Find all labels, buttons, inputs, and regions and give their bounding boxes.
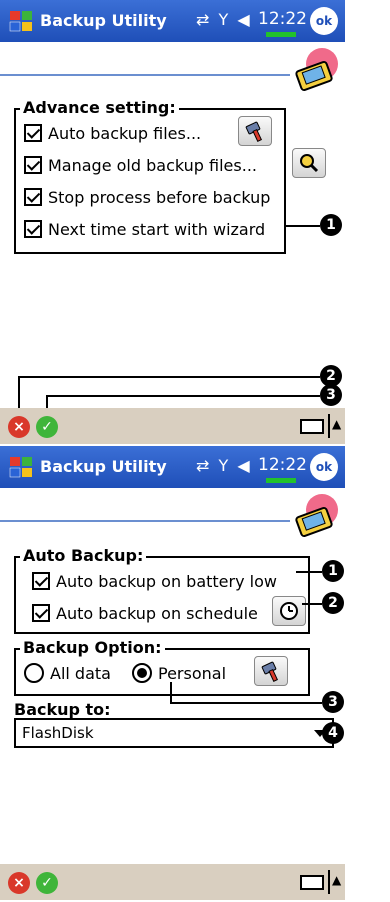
battery-indicator — [266, 32, 296, 37]
callout-vline-2 — [18, 376, 20, 408]
input-menu-arrow-icon[interactable]: ▲ — [332, 873, 341, 887]
stop-process-row[interactable]: Stop process before backup — [24, 182, 270, 212]
battery-low-label: Auto backup on battery low — [56, 571, 277, 591]
schedule-row[interactable]: Auto backup on schedule — [32, 598, 258, 628]
stop-process-checkbox[interactable] — [24, 188, 42, 206]
status-icons[interactable]: ⇄ Y ◀ — [196, 10, 252, 29]
accept-icon[interactable]: ✓ — [36, 872, 58, 894]
cancel-icon[interactable]: × — [8, 872, 30, 894]
backup-to-dropdown[interactable]: FlashDisk — [14, 718, 334, 748]
hammer-icon — [245, 121, 263, 142]
callout-3: 3 — [320, 384, 342, 406]
magnifier-icon — [300, 154, 319, 173]
header-divider — [0, 520, 290, 522]
title-bar: Backup Utility ⇄ Y ◀ 12:22 ok — [0, 446, 345, 488]
backup-app-logo-icon — [295, 48, 338, 92]
auto-backup-settings-button[interactable] — [238, 116, 272, 146]
title-bar: Backup Utility ⇄ Y ◀ 12:22 ok — [0, 0, 345, 42]
callout-line-2 — [18, 376, 320, 378]
manage-old-backup-row[interactable]: Manage old backup files... — [24, 150, 257, 180]
screen-auto-backup: Backup Utility ⇄ Y ◀ 12:22 ok Auto Backu… — [0, 446, 345, 902]
input-menu-arrow-icon[interactable]: ▲ — [332, 417, 341, 431]
battery-indicator — [266, 478, 296, 483]
callout-line-1 — [296, 571, 322, 573]
backup-to-value: FlashDisk — [22, 724, 94, 742]
personal-radio[interactable] — [132, 663, 152, 683]
input-separator — [328, 870, 330, 894]
all-data-option[interactable]: All data — [24, 658, 111, 688]
clock-icon — [280, 602, 298, 620]
manage-backup-settings-button[interactable] — [292, 148, 326, 178]
bottom-bar: × ✓ ▲ — [0, 864, 345, 900]
schedule-settings-button[interactable] — [272, 596, 306, 626]
callout-2: 2 — [322, 592, 344, 614]
manage-old-backup-label: Manage old backup files... — [48, 155, 257, 175]
schedule-label: Auto backup on schedule — [56, 603, 258, 623]
auto-backup-files-label: Auto backup files... — [48, 123, 202, 143]
next-time-wizard-label: Next time start with wizard — [48, 219, 266, 239]
option-settings-button[interactable] — [254, 656, 288, 686]
app-header — [0, 488, 345, 543]
callout-1: 1 — [322, 560, 344, 582]
cancel-icon[interactable]: × — [8, 416, 30, 438]
window-title: Backup Utility — [40, 457, 167, 476]
app-header — [0, 42, 345, 97]
battery-low-row[interactable]: Auto backup on battery low — [32, 566, 277, 596]
windows-start-icon[interactable] — [8, 454, 34, 480]
auto-backup-group: Auto Backup: Auto backup on battery low … — [14, 546, 310, 634]
header-divider — [0, 74, 290, 76]
all-data-radio[interactable] — [24, 663, 44, 683]
bottom-bar: × ✓ ▲ — [0, 408, 345, 444]
schedule-checkbox[interactable] — [32, 604, 50, 622]
callout-line-2 — [302, 603, 322, 605]
backup-option-group: Backup Option: All data Personal — [14, 638, 310, 696]
keyboard-icon[interactable] — [300, 875, 324, 890]
callout-4: 4 — [322, 722, 344, 744]
personal-label: Personal — [158, 663, 227, 683]
stop-process-label: Stop process before backup — [48, 187, 271, 207]
ok-button[interactable]: ok — [310, 7, 338, 35]
auto-backup-title: Auto Backup: — [20, 546, 147, 565]
advance-setting-group: Advance setting: Auto backup files... Ma… — [14, 98, 326, 254]
all-data-label: All data — [50, 663, 111, 683]
backup-option-title: Backup Option: — [20, 638, 165, 657]
battery-low-checkbox[interactable] — [32, 572, 50, 590]
next-time-wizard-row[interactable]: Next time start with wizard — [24, 214, 265, 244]
windows-start-icon[interactable] — [8, 8, 34, 34]
auto-backup-files-row[interactable]: Auto backup files... — [24, 118, 201, 148]
screen-advance-setting: Backup Utility ⇄ Y ◀ 12:22 ok Advance se… — [0, 0, 345, 446]
callout-line-3 — [46, 395, 320, 397]
callout-line-3 — [170, 702, 322, 704]
status-icons[interactable]: ⇄ Y ◀ — [196, 456, 252, 475]
personal-option[interactable]: Personal — [132, 658, 226, 688]
advance-setting-title: Advance setting: — [20, 98, 179, 117]
accept-icon[interactable]: ✓ — [36, 416, 58, 438]
clock[interactable]: 12:22 — [258, 455, 307, 475]
window-title: Backup Utility — [40, 11, 167, 30]
keyboard-icon[interactable] — [300, 419, 324, 434]
clock[interactable]: 12:22 — [258, 9, 307, 29]
callout-3: 3 — [322, 691, 344, 713]
ok-button[interactable]: ok — [310, 453, 338, 481]
backup-app-logo-icon — [295, 494, 338, 538]
callout-1: 1 — [320, 214, 342, 236]
input-separator — [328, 414, 330, 438]
callout-vline-3 — [170, 682, 172, 702]
auto-backup-files-checkbox[interactable] — [24, 124, 42, 142]
next-time-wizard-checkbox[interactable] — [24, 220, 42, 238]
callout-line-1 — [284, 225, 320, 227]
backup-to-label: Backup to: — [14, 700, 111, 719]
manage-old-backup-checkbox[interactable] — [24, 156, 42, 174]
hammer-icon — [261, 661, 279, 682]
